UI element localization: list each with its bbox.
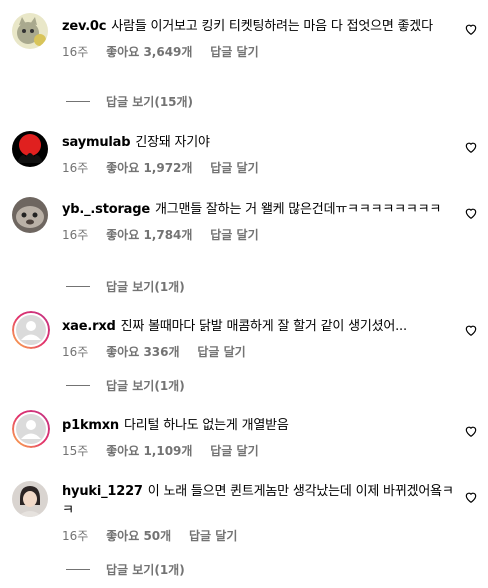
comment-time: 16주 (62, 228, 89, 242)
comment-text-block: p1kmxn 다리털 하나도 없는게 개열받음 (62, 416, 457, 435)
replies-divider-line (66, 101, 90, 102)
comment-text-block: zev.0c 사람들 이거보고 킹키 티켓팅하려는 마음 다 접엇으면 좋겠다 (62, 17, 457, 36)
reply-button[interactable]: 답글 달기 (210, 161, 258, 175)
view-replies-button[interactable]: 답글 보기(1개) (66, 561, 185, 578)
view-replies-label: 답글 보기(1개) (106, 379, 185, 393)
comment-username[interactable]: p1kmxn (62, 418, 119, 433)
cat-avatar-icon[interactable] (12, 13, 48, 49)
comment-text: 개그맨들 잘하는 거 왤케 많은건데ㅠㅋㅋㅋㅋㅋㅋㅋㅋ (154, 202, 442, 217)
comment-body: xae.rxd 진짜 볼때마다 닭발 매콤하게 잘 할거 같이 생기셨어... 1… (62, 317, 457, 360)
comment-time: 16주 (62, 161, 89, 175)
comment-likes[interactable]: 좋아요 50개 (106, 529, 171, 543)
replies-divider-line (66, 569, 90, 570)
comment-text: 사람들 이거보고 킹키 티켓팅하려는 마음 다 접엇으면 좋겠다 (111, 19, 433, 34)
view-replies-button[interactable]: 답글 보기(1개) (66, 278, 185, 295)
pet-photo-avatar-icon[interactable] (12, 197, 48, 233)
comment-body: yb._.storage 개그맨들 잘하는 거 왤케 많은건데ㅠㅋㅋㅋㅋㅋㅋㅋㅋ … (62, 200, 457, 243)
comment-text-block: saymulab 긴장돼 자기야 (62, 133, 457, 152)
comment-meta: 16주 좋아요 3,649개 답글 달기 (62, 43, 457, 60)
comment-text-block: xae.rxd 진짜 볼때마다 닭발 매콤하게 잘 할거 같이 생기셨어... (62, 317, 457, 336)
comment-meta: 16주 좋아요 336개 답글 달기 (62, 343, 457, 360)
comment-likes[interactable]: 좋아요 336개 (106, 345, 179, 359)
comment-text-block: yb._.storage 개그맨들 잘하는 거 왤케 많은건데ㅠㅋㅋㅋㅋㅋㅋㅋㅋ (62, 200, 457, 219)
comment-username[interactable]: hyuki_1227 (62, 484, 143, 499)
comment-meta: 16주 좋아요 1,972개 답글 달기 (62, 159, 457, 176)
comment-meta: 15주 좋아요 1,109개 답글 달기 (62, 442, 457, 459)
replies-divider-line (66, 385, 90, 386)
view-replies-button[interactable]: 답글 보기(15개) (66, 93, 193, 110)
view-replies-button[interactable]: 답글 보기(1개) (66, 377, 185, 394)
comment-meta: 16주 좋아요 1,784개 답글 달기 (62, 226, 457, 243)
like-heart-icon[interactable] (464, 323, 478, 337)
reply-button[interactable]: 답글 달기 (210, 228, 258, 242)
comment-username[interactable]: xae.rxd (62, 319, 116, 334)
like-heart-icon[interactable] (464, 424, 478, 438)
comment-body: hyuki_1227 이 노래 들으면 퀸트게놈만 생각났는데 이제 바뀌겠어욬ㅋ… (62, 482, 457, 544)
comment-body: p1kmxn 다리털 하나도 없는게 개열받음 15주 좋아요 1,109개 답글… (62, 416, 457, 459)
comment-username[interactable]: yb._.storage (62, 202, 150, 217)
comment-body: zev.0c 사람들 이거보고 킹키 티켓팅하려는 마음 다 접엇으면 좋겠다 1… (62, 17, 457, 60)
view-replies-label: 답글 보기(15개) (106, 95, 194, 109)
comment-username[interactable]: zev.0c (62, 19, 106, 34)
view-replies-label: 답글 보기(1개) (106, 280, 185, 294)
like-heart-icon[interactable] (464, 206, 478, 220)
comment-body: saymulab 긴장돼 자기야 16주 좋아요 1,972개 답글 달기 (62, 133, 457, 176)
comment-time: 15주 (62, 444, 89, 458)
comment-meta: 16주 좋아요 50개 답글 달기 (62, 527, 457, 544)
comment-username[interactable]: saymulab (62, 135, 131, 150)
like-heart-icon[interactable] (464, 490, 478, 504)
comment-time: 16주 (62, 45, 89, 59)
comment-text: 긴장돼 자기야 (135, 135, 210, 150)
like-heart-icon[interactable] (464, 22, 478, 36)
default-avatar-icon[interactable] (12, 410, 50, 448)
reply-button[interactable]: 답글 달기 (210, 45, 258, 59)
reply-button[interactable]: 답글 달기 (189, 529, 237, 543)
comment-likes[interactable]: 좋아요 1,972개 (106, 161, 192, 175)
replies-divider-line (66, 286, 90, 287)
comment-text: 진짜 볼때마다 닭발 매콤하게 잘 할거 같이 생기셨어... (120, 319, 407, 334)
comment-text: 다리털 하나도 없는게 개열받음 (123, 418, 289, 433)
comment-likes[interactable]: 좋아요 3,649개 (106, 45, 192, 59)
reply-button[interactable]: 답글 달기 (210, 444, 258, 458)
comment-text-block: hyuki_1227 이 노래 들으면 퀸트게놈만 생각났는데 이제 바뀌겠어욬ㅋ… (62, 482, 457, 520)
comment-time: 16주 (62, 529, 89, 543)
red-circle-avatar-icon[interactable] (12, 131, 48, 167)
default-avatar-icon[interactable] (12, 311, 50, 349)
comment-likes[interactable]: 좋아요 1,784개 (106, 228, 192, 242)
person-photo-avatar-icon[interactable] (12, 481, 48, 517)
reply-button[interactable]: 답글 달기 (197, 345, 245, 359)
comment-likes[interactable]: 좋아요 1,109개 (106, 444, 192, 458)
comment-time: 16주 (62, 345, 89, 359)
like-heart-icon[interactable] (464, 140, 478, 154)
view-replies-label: 답글 보기(1개) (106, 563, 185, 577)
